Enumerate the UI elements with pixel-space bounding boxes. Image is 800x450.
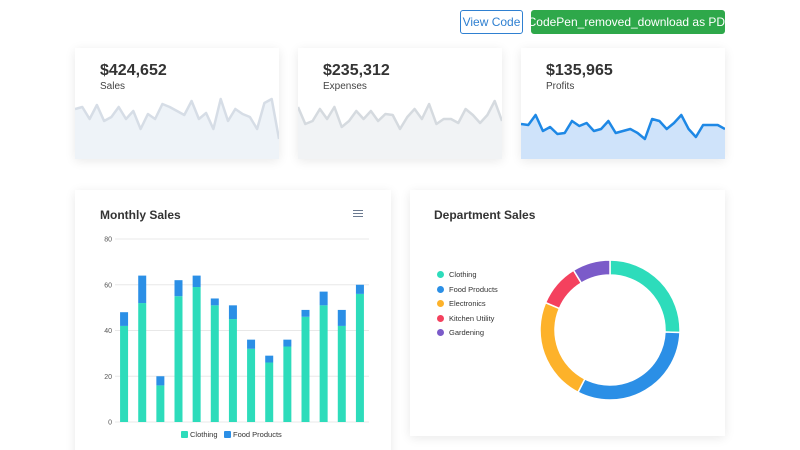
- bar-clothing: [301, 316, 310, 422]
- profits-label: Profits: [546, 81, 575, 92]
- bar-food-products: [355, 284, 364, 294]
- y-tick-label: 20: [104, 374, 112, 381]
- y-tick-label: 60: [104, 282, 112, 289]
- y-tick-label: 0: [108, 420, 112, 427]
- download-pdf-label: CodePen_removed_download as PDF: [527, 15, 733, 29]
- bar-food-products: [156, 376, 165, 386]
- bar-food-products: [210, 298, 219, 306]
- bar-clothing: [174, 296, 183, 422]
- donut-slice: [544, 269, 583, 310]
- legend-swatch: [181, 431, 188, 438]
- y-tick-label: 80: [104, 237, 112, 244]
- sales-sparkline: [75, 97, 279, 159]
- bar-clothing: [192, 287, 201, 422]
- bar-food-products: [192, 275, 201, 288]
- bar-food-products: [174, 280, 183, 297]
- legend-swatch: [224, 431, 231, 438]
- monthly-sales-card: Monthly Sales 0 20 40 60 80 Clothing Food Prod…: [75, 190, 391, 450]
- donut-slice: [539, 301, 586, 394]
- bar-clothing: [210, 305, 219, 422]
- bar-clothing: [228, 319, 237, 422]
- bar-clothing: [156, 385, 165, 422]
- department-sales-card: Department Sales Clothing Food Products El…: [410, 190, 725, 436]
- department-sales-donut-chart: [539, 259, 681, 401]
- donut-slice: [572, 259, 611, 285]
- expenses-stat-card: $235,312 Expenses: [298, 48, 502, 159]
- bar-clothing: [283, 346, 292, 422]
- bar-food-products: [120, 312, 129, 326]
- bar-clothing: [120, 325, 129, 422]
- bar-food-products: [301, 309, 310, 317]
- legend-label: Food Products: [233, 430, 282, 439]
- bar-clothing: [319, 305, 328, 422]
- bar-food-products: [247, 339, 256, 349]
- legend-label: Clothing: [190, 430, 218, 439]
- profits-value: $135,965: [546, 62, 613, 79]
- bar-food-products: [337, 309, 346, 326]
- sparkline-area: [75, 99, 279, 159]
- profits-stat-card: $135,965 Profits: [521, 48, 725, 159]
- donut-slice: [576, 331, 681, 401]
- bar-clothing: [265, 362, 274, 422]
- profits-sparkline: [521, 113, 725, 159]
- donut-slice: [609, 259, 681, 334]
- monthly-sales-bar-chart: 0 20 40 60 80 Clothing Food Products: [104, 237, 369, 439]
- bar-food-products: [265, 355, 274, 363]
- bar-food-products: [228, 305, 237, 320]
- bar-clothing: [247, 348, 256, 422]
- sales-value: $424,652: [100, 62, 167, 79]
- bar-clothing: [138, 303, 147, 422]
- y-tick-label: 40: [104, 328, 112, 335]
- expenses-label: Expenses: [323, 81, 367, 92]
- expenses-sparkline: [298, 99, 502, 159]
- bar-food-products: [283, 339, 292, 347]
- bar-food-products: [319, 291, 328, 306]
- sales-label: Sales: [100, 81, 126, 92]
- view-code-button[interactable]: View Code: [460, 10, 523, 34]
- bar-clothing: [337, 325, 346, 422]
- bar-clothing: [355, 293, 364, 422]
- bar-food-products: [138, 275, 147, 304]
- expenses-value: $235,312: [323, 62, 390, 79]
- download-pdf-button[interactable]: CodePen_removed_download as PDF: [528, 10, 732, 34]
- sales-stat-card: $424,652 Sales: [75, 48, 279, 159]
